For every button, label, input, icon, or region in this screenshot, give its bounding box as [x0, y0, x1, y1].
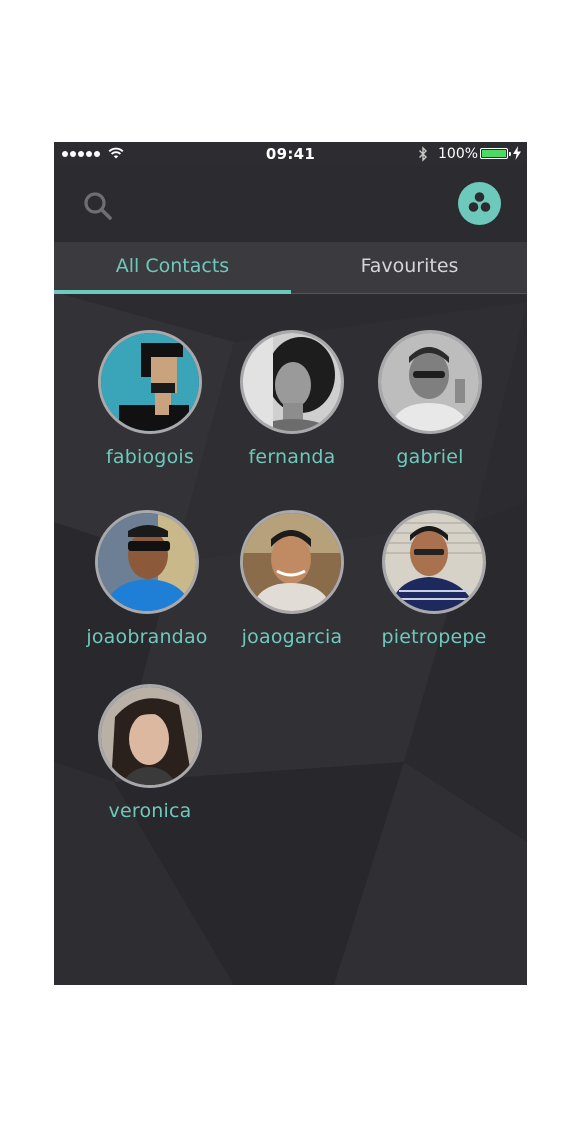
contact-card[interactable]: gabriel — [355, 330, 505, 468]
contact-name: veronica — [108, 800, 192, 822]
status-bar: 09:41 100% — [54, 142, 527, 166]
group-circles-icon — [468, 192, 491, 212]
avatar — [240, 330, 344, 434]
contact-card[interactable]: veronica — [75, 684, 225, 822]
avatar — [240, 510, 344, 614]
contact-card[interactable]: fernanda — [217, 330, 367, 468]
contact-card[interactable]: joaobrandao — [72, 510, 222, 648]
contact-card[interactable]: pietropepe — [359, 510, 509, 648]
avatar — [382, 510, 486, 614]
contact-name: joaogarcia — [241, 626, 343, 648]
search-button[interactable] — [80, 188, 116, 224]
avatar — [98, 684, 202, 788]
contact-name: fernanda — [248, 446, 336, 468]
bluetooth-icon — [419, 146, 427, 162]
avatar — [98, 330, 202, 434]
app-header — [54, 166, 527, 242]
battery-percentage: 100% — [438, 146, 479, 162]
contact-name: pietropepe — [381, 626, 487, 648]
tab-bar: All Contacts Favourites — [54, 242, 527, 294]
phone-screen: 09:41 100% All Contacts Favourites fabio… — [54, 142, 527, 985]
tab-all-contacts[interactable]: All Contacts — [54, 242, 291, 293]
contact-card[interactable]: fabiogois — [75, 330, 225, 468]
avatar — [95, 510, 199, 614]
contact-name: fabiogois — [106, 446, 194, 468]
active-tab-indicator — [54, 290, 291, 294]
groups-button[interactable] — [458, 182, 501, 225]
search-icon — [84, 192, 112, 220]
contact-name: joaobrandao — [86, 626, 208, 648]
contact-card[interactable]: joaogarcia — [217, 510, 367, 648]
contact-name: gabriel — [396, 446, 464, 468]
avatar — [378, 330, 482, 434]
charging-icon — [513, 146, 521, 160]
battery-icon — [480, 148, 511, 159]
tab-favourites[interactable]: Favourites — [291, 242, 527, 293]
